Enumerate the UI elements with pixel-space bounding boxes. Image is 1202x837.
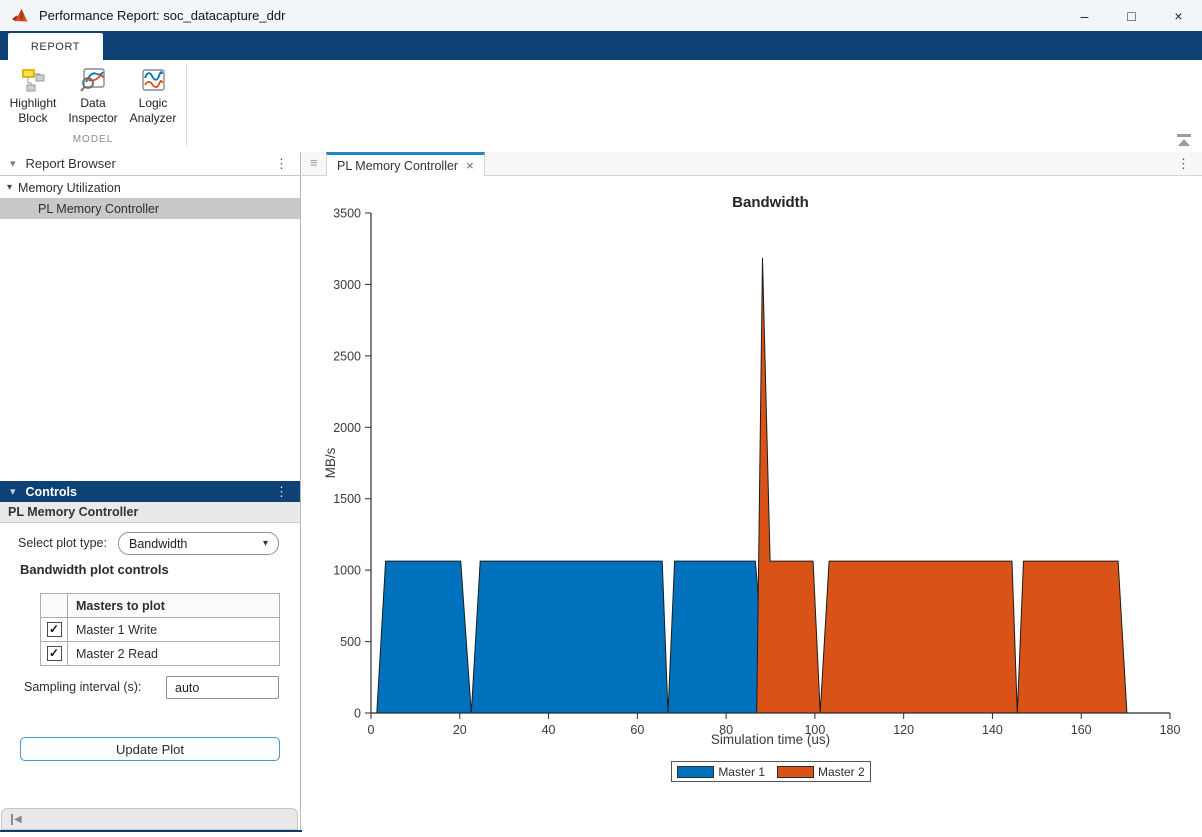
report-browser-menu-icon[interactable]: ⋮ [275,156,288,172]
masters-table-header-row: Masters to plot [40,593,280,618]
chevron-down-icon: ▾ [262,538,268,549]
master1-checkbox[interactable]: ✓ [46,622,62,638]
data-inspector-button[interactable]: Data Inspector [64,66,122,126]
table-row: ✓ Master 1 Write [40,617,280,642]
tree-item-label: Memory Utilization [18,180,121,195]
ribbon-bar: REPORT [0,31,1202,60]
tab-label: PL Memory Controller [337,158,459,173]
toolbar-group-label: MODEL [72,134,114,145]
minimize-button[interactable]: – [1061,0,1108,31]
close-button[interactable]: × [1155,0,1202,31]
sampling-interval-value: auto [175,680,200,695]
logic-analyzer-label-line2: Analyzer [129,111,177,125]
plot-type-label: Select plot type: [18,536,107,550]
chart-title: Bandwidth [732,194,809,211]
highlight-block-label-line2: Block [18,111,48,125]
logic-analyzer-icon [142,69,165,91]
svg-text:2000: 2000 [333,421,361,435]
checkbox-column-header [40,593,68,618]
ribbon-tab-report[interactable]: REPORT [8,33,103,60]
table-row: ✓ Master 2 Read [40,641,280,666]
svg-text:3000: 3000 [333,278,361,292]
collapse-toolstrip-icon[interactable] [1176,134,1192,146]
legend-label: Master 2 [818,764,865,779]
tree-item-pl-memory-controller[interactable]: PL Memory Controller [0,198,300,219]
svg-text:0: 0 [354,707,361,721]
controls-subtitle-bar: PL Memory Controller [0,502,300,523]
tree-item-memory-utilization[interactable]: ▾ Memory Utilization [0,177,300,198]
legend-label: Master 1 [718,764,765,779]
collapse-arrow-icon[interactable]: ▾ [10,157,16,170]
controls-title: Controls [25,484,77,499]
legend-swatch [777,765,814,778]
tabbar-menu-icon[interactable]: ⋮ [1177,156,1190,172]
masters-table: Masters to plot ✓ Master 1 Write ✓ Maste… [40,593,280,666]
master2-checkbox[interactable]: ✓ [46,646,62,662]
chart-xlabel: Simulation time (us) [710,732,831,747]
bandwidth-chart: Bandwidth MB/s 0 20 40 60 80 100 120 140 160 180 0… [302,176,1202,832]
report-browser-header: ▾ Report Browser ⋮ [0,152,300,176]
chart-legend: Master 1 Master 2 [671,761,871,782]
svg-text:2500: 2500 [333,349,361,363]
plot-type-value: Bandwidth [129,536,188,551]
data-inspector-icon [80,68,105,92]
logic-analyzer-button[interactable]: Logic Analyzer [124,66,182,126]
controls-header: ▾ Controls ⋮ [0,481,300,502]
collapse-arrow-icon[interactable]: ▾ [10,485,16,498]
legend-swatch [677,765,715,778]
highlight-block-label-line1: Highlight [9,96,57,110]
legend-item: Master 2 [777,765,865,779]
tab-pl-memory-controller[interactable]: PL Memory Controller × [326,152,485,176]
sampling-interval-label: Sampling interval (s): [24,680,142,694]
tree-expand-icon[interactable]: ▾ [7,182,12,193]
main-area: ≡ PL Memory Controller × ⋮ Bandwidth MB/… [302,152,1202,832]
data-inspector-label-line1: Data [80,96,106,110]
controls-menu-icon[interactable]: ⋮ [275,484,288,500]
chart-ylabel: MB/s [323,447,338,479]
collapse-panel-icon[interactable]: ◀ [11,813,22,825]
left-panel: ▾ Report Browser ⋮ ▾ Memory Utilization … [0,152,301,832]
title-bar: Performance Report: soc_datacapture_ddr … [0,0,1202,32]
data-inspector-label-line2: Inspector [68,111,118,125]
svg-text:1000: 1000 [333,564,361,578]
tab-grip-icon[interactable]: ≡ [310,155,318,170]
logic-analyzer-label-line1: Logic [138,96,168,110]
area-series [756,257,1128,714]
document-tab-bar: ≡ PL Memory Controller × ⋮ [302,152,1202,176]
bandwidth-controls-title: Bandwidth plot controls [20,562,169,577]
legend-item: Master 1 [677,765,765,779]
master2-label: Master 2 Read [67,641,280,666]
svg-text:3500: 3500 [333,207,361,221]
controls-subtitle: PL Memory Controller [8,505,139,519]
highlight-block-button[interactable]: Highlight Block [4,66,62,126]
master1-label: Master 1 Write [67,617,280,642]
toolbar: Highlight Block Data Inspector Logic Ana… [0,60,1202,153]
toolbar-divider [186,64,187,146]
report-browser-title: Report Browser [25,156,116,171]
area-series [376,560,768,714]
tree-item-label: PL Memory Controller [38,201,160,216]
maximize-button[interactable]: □ [1108,0,1155,31]
tab-close-icon[interactable]: × [466,158,474,173]
masters-column-header: Masters to plot [67,593,280,618]
panel-bottom-bar: ◀ [1,808,298,830]
svg-text:1500: 1500 [333,492,361,506]
highlight-block-icon [22,69,45,92]
matlab-logo-icon [12,8,28,21]
sampling-interval-input[interactable]: auto [166,676,279,699]
plot-type-dropdown[interactable]: Bandwidth ▾ [118,532,279,555]
update-plot-button[interactable]: Update Plot [20,737,280,761]
window-title: Performance Report: soc_datacapture_ddr [39,8,286,23]
svg-text:500: 500 [340,635,361,649]
